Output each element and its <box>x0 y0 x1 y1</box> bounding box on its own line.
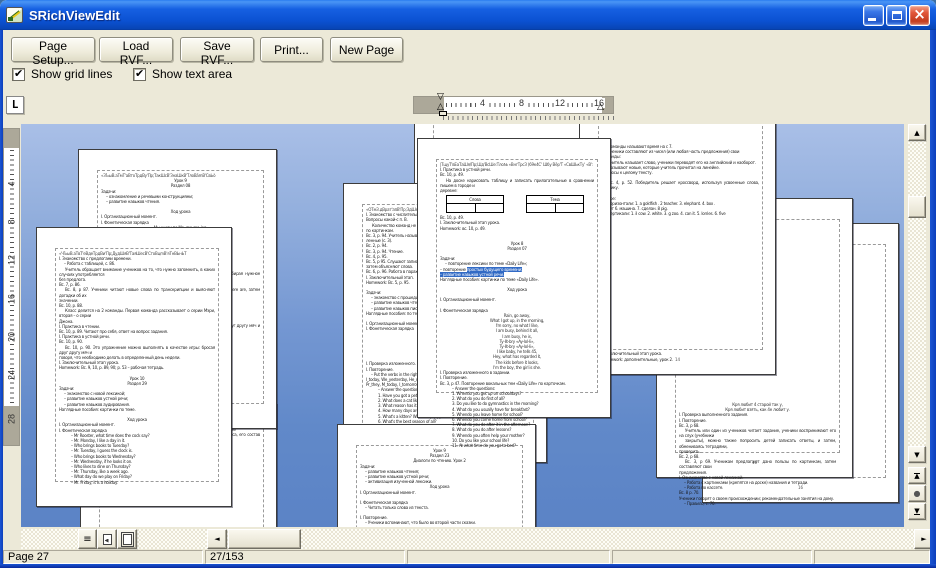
previous-page-button[interactable]: ▲ <box>908 467 926 484</box>
ruler-ticks: 4 8 12 16 <box>444 97 602 113</box>
tab-selector-button[interactable]: L <box>6 96 24 114</box>
load-rvf-button[interactable]: Load RVF... <box>99 37 173 62</box>
scroll-down-button[interactable]: ▼ <box>908 446 926 463</box>
page-line: Вс. 4, р. 52. Победитель решает кроссвор… <box>602 180 759 190</box>
save-rvf-button[interactable]: Save RVF... <box>180 37 254 62</box>
previous-page-icon: ▲ <box>914 473 919 479</box>
new-page-button[interactable]: New Page <box>330 37 403 62</box>
scroll-left-button[interactable]: ◄ <box>207 529 227 549</box>
vertical-scrollbar-thumb[interactable] <box>908 196 926 218</box>
close-button[interactable]: × <box>909 5 930 26</box>
maximize-icon <box>892 11 902 20</box>
scroll-up-button[interactable]: ▲ <box>908 124 926 141</box>
page-number-footer: 10 <box>657 460 852 465</box>
minimize-button[interactable] <box>863 5 884 26</box>
status-panel <box>407 550 610 564</box>
page-line: 11. At what time do you go to bed? <box>440 443 594 448</box>
print-button[interactable]: Print... <box>260 37 323 62</box>
browse-dot-icon: ● <box>914 489 921 498</box>
app-window: SRichViewEdit × Page Setup... Load RVF..… <box>0 0 936 568</box>
ruler-number: 12 <box>554 98 566 108</box>
window-border <box>0 564 936 568</box>
ruler-number: 8 <box>518 98 525 108</box>
app-icon <box>6 7 23 23</box>
page-line: деревне: <box>440 188 594 193</box>
horizontal-scrollbar-thumb[interactable] <box>228 529 301 549</box>
next-page-button[interactable]: ▼ <box>908 503 926 520</box>
checkbox-box[interactable]: ✔ <box>133 68 146 81</box>
checkbox-label: Show text area <box>152 67 232 81</box>
minimize-icon <box>868 18 876 21</box>
page-line: закрыты), можно также попросить детей за… <box>679 438 836 448</box>
maximize-button[interactable] <box>886 5 907 26</box>
page-line: Учитель обращает внимание учеников на то… <box>59 267 215 277</box>
selected-text: простых будущего времени; <box>467 267 522 272</box>
status-bar: Page 27 27/153 <box>3 550 930 564</box>
view-normal-button[interactable]: ≡ <box>78 529 97 549</box>
page-canvas[interactable]: рт в оралке анд. Журавлито коадрес его в… <box>21 124 904 527</box>
window-title: SRichViewEdit <box>29 8 863 23</box>
show-text-area-checkbox[interactable]: ✔ Show text area <box>133 67 232 81</box>
vertical-ruler: 4 8 12 16 20 24 28 <box>3 128 20 446</box>
page-line: – Mr. Friday, it is a holiday. <box>59 480 215 485</box>
page-line <box>360 526 519 527</box>
view-multipage-button[interactable] <box>117 529 137 549</box>
status-panel <box>814 550 930 564</box>
window-titlebar[interactable]: SRichViewEdit × <box>0 0 936 30</box>
page-line: Учитель или один из учеников читает зада… <box>679 428 836 438</box>
left-indent-box-marker[interactable] <box>439 111 447 116</box>
checkbox-box[interactable]: ✔ <box>12 68 25 81</box>
browse-select-button[interactable]: ● <box>908 485 926 502</box>
document-page[interactable]: «ЧЪыВ.аТвТ'еВдеТрдВи'Пр;ДудШяВ'ТаяШесВ'С… <box>36 227 232 507</box>
document-page[interactable]: |ТщуТ'вЕаТаШя/Пр;Шд'ВсШе:Тло№ «ВнгТрсЗ (… <box>417 138 611 418</box>
page-line: Вс. 10, р. 90. Это упражнение можно выпо… <box>59 345 215 355</box>
status-panel <box>612 550 812 564</box>
ruler-number: 12 <box>7 254 17 267</box>
horizontal-scrollbar-track[interactable] <box>21 529 934 549</box>
page-line: Вс. 8, р 87. Ученики читают новые слова … <box>59 287 215 297</box>
ruler-number: 4 <box>479 98 486 108</box>
multipage-view-icon <box>123 534 132 545</box>
page-line: На доске нарисовать таблицу и записать п… <box>440 178 594 188</box>
status-page-count: 27/153 <box>205 550 405 564</box>
close-icon: × <box>910 6 929 23</box>
check-icon: ✔ <box>14 67 23 80</box>
view-page-button[interactable] <box>97 529 117 549</box>
first-line-indent-marker[interactable]: ▽ <box>437 93 444 102</box>
window-border <box>930 28 936 568</box>
show-grid-lines-checkbox[interactable]: ✔ Show grid lines <box>12 67 112 81</box>
next-page-icon: ▼ <box>914 509 919 515</box>
ruler-subticks <box>443 115 614 122</box>
ruler-number: 28 <box>7 413 17 426</box>
page-line: Ученики составляют из чисел (или любая ч… <box>602 149 759 154</box>
window-border <box>0 28 3 568</box>
ruler-number: 4 <box>7 178 17 191</box>
vertical-scrollbar-track[interactable] <box>908 124 926 463</box>
ruler-number: 8 <box>7 216 17 229</box>
right-indent-marker[interactable]: △ <box>597 103 604 112</box>
page-line: – Правило, с. 70. <box>679 501 836 506</box>
page-line: Класс делится на 2 команды. Первая коман… <box>59 308 215 318</box>
mini-table: Слова <box>446 195 504 213</box>
ruler-number: 16 <box>7 293 17 306</box>
ruler-number: 24 <box>7 369 17 382</box>
mini-table: Тема <box>526 195 584 213</box>
status-page-label: Page 27 <box>3 550 203 564</box>
page-view-icon <box>103 534 112 545</box>
ruler-number: 20 <box>7 331 17 344</box>
checkbox-label: Show grid lines <box>31 67 112 81</box>
page-setup-button[interactable]: Page Setup... <box>11 37 95 62</box>
check-icon: ✔ <box>135 67 144 80</box>
